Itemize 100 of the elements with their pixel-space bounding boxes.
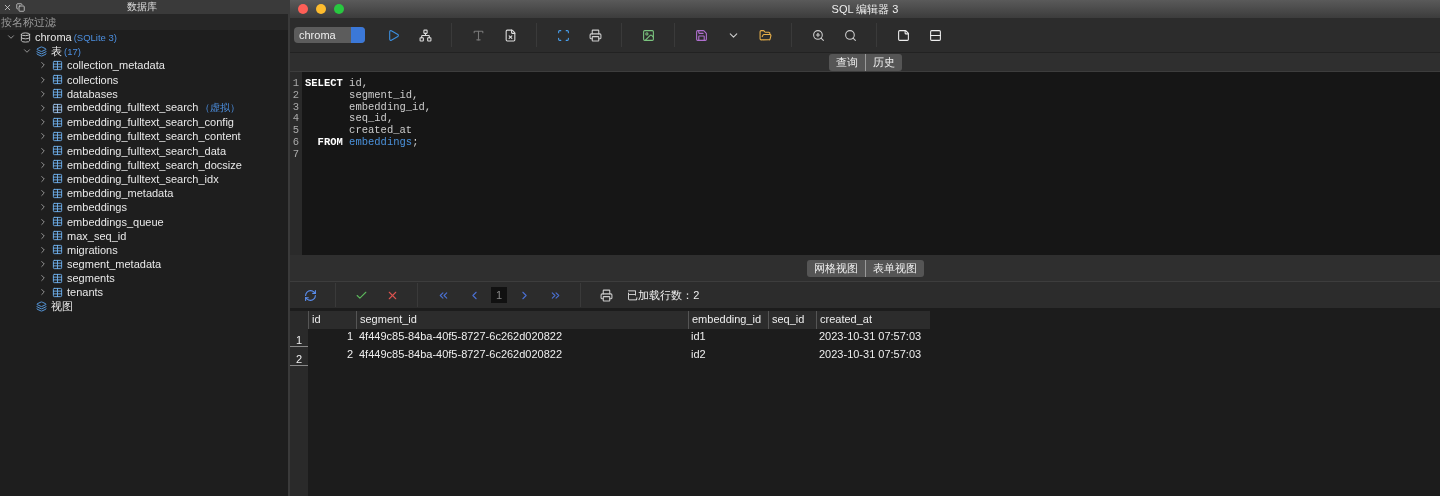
virtual-table-icon — [52, 102, 63, 114]
collapsed-caret-icon[interactable] — [38, 131, 48, 142]
close-icon[interactable] — [3, 2, 12, 12]
panel-title: 数据库 — [126, 0, 158, 14]
collapsed-caret-icon[interactable] — [38, 159, 48, 170]
column-header[interactable]: created_at — [816, 311, 930, 329]
code-line: SELECT id, — [305, 77, 370, 89]
line-number: 2 — [291, 88, 301, 101]
row-number[interactable]: 2 — [290, 347, 308, 366]
collapsed-caret-icon[interactable] — [38, 60, 48, 71]
folder-icon — [36, 301, 47, 313]
table-cell-text: 1 — [345, 329, 354, 344]
filter-field[interactable]: 按名称过滤 — [0, 14, 288, 30]
table-icon — [52, 244, 63, 256]
collapsed-caret-icon[interactable] — [38, 259, 48, 270]
tree-item-label[interactable]: embedding_fulltext_search_idx — [67, 172, 219, 185]
table-cell-text: 4f449c85-84ba-40f5-8727-6c262d020822 — [358, 329, 564, 344]
collapsed-caret-icon[interactable] — [38, 88, 48, 99]
table-cell-text: 2 — [345, 347, 354, 362]
tree-item-label[interactable]: chroma (SQLite 3) — [35, 31, 117, 44]
editor-tab[interactable]: 查询 — [828, 53, 865, 71]
table-cell-text: 4f449c85-84ba-40f5-8727-6c262d020822 — [358, 347, 564, 362]
sql-editor[interactable]: 1 2 3 4 5 6 7 SELECT id, segment_id, embedding_id, seq_id, created_at FROM embeddings; — [290, 72, 1440, 255]
zoom-button[interactable] — [334, 4, 344, 14]
tree-item-label[interactable]: embeddings — [67, 201, 127, 214]
result-tab[interactable]: 网格视图 — [806, 259, 865, 277]
collapsed-caret-icon[interactable] — [38, 202, 48, 213]
tree-item-label[interactable]: embedding_fulltext_search_content — [67, 130, 241, 143]
line-number: 4 — [291, 112, 301, 125]
tree-item-label[interactable]: embedding_fulltext_search （虚拟） — [67, 101, 241, 116]
tree-item-label[interactable]: collections — [67, 73, 119, 86]
table-cell-text: 2023-10-31 07:57:03 — [818, 329, 923, 344]
table-icon — [52, 187, 63, 199]
tree-item-tag: (17) — [64, 45, 81, 57]
page-number: 1 — [491, 287, 508, 303]
collapsed-caret-icon[interactable] — [38, 230, 48, 241]
table-icon — [52, 286, 63, 298]
code-line: FROM embeddings; — [316, 136, 420, 148]
tree-item-label[interactable]: 视图 — [51, 299, 73, 315]
table-icon — [52, 216, 63, 228]
table-cell-text: id2 — [690, 347, 707, 362]
close-button[interactable] — [298, 4, 308, 14]
database-select[interactable]: chroma — [294, 27, 365, 43]
tree-item-label[interactable]: migrations — [67, 243, 118, 256]
table-icon — [52, 145, 63, 157]
table-icon — [52, 230, 63, 242]
table-cell-text: 2023-10-31 07:57:03 — [818, 347, 923, 362]
table-icon — [52, 173, 63, 185]
tree-item-label[interactable]: collection_metadata — [67, 59, 165, 72]
tree-item-label[interactable]: segments — [67, 272, 115, 285]
line-number: 3 — [291, 100, 301, 113]
column-header[interactable]: segment_id — [356, 311, 688, 329]
collapsed-caret-icon[interactable] — [38, 244, 48, 255]
line-number: 6 — [291, 136, 301, 148]
tree-item-label[interactable]: embedding_fulltext_search_docsize — [67, 158, 242, 171]
code-line: seq_id, — [348, 112, 395, 125]
code-line: embedding_id, — [348, 100, 432, 113]
collapsed-caret-icon[interactable] — [38, 273, 48, 284]
collapsed-caret-icon[interactable] — [38, 117, 48, 128]
tree-item-label[interactable]: embedding_fulltext_search_data — [67, 144, 226, 157]
tree-item-label[interactable]: embeddings_queue — [67, 215, 164, 228]
table-icon — [52, 130, 63, 142]
tree-item-label[interactable]: max_seq_id — [67, 229, 127, 242]
editor-tab[interactable]: 历史 — [864, 53, 902, 71]
loaded-rows-count: 已加载行数：2 — [627, 287, 700, 303]
collapsed-caret-icon[interactable] — [38, 287, 48, 298]
detach-icon[interactable] — [16, 2, 25, 12]
row-number[interactable]: 1 — [290, 328, 308, 347]
column-header[interactable]: id — [308, 311, 356, 329]
collapsed-caret-icon[interactable] — [38, 103, 48, 114]
line-number: 1 — [291, 77, 301, 89]
line-number: 7 — [291, 147, 301, 160]
column-header[interactable]: seq_id — [768, 311, 816, 329]
minimize-button[interactable] — [316, 4, 326, 14]
folder-icon — [36, 45, 47, 57]
table-icon — [52, 59, 63, 71]
table-icon — [52, 88, 63, 100]
column-header[interactable]: embedding_id — [688, 311, 768, 329]
collapsed-caret-icon[interactable] — [38, 216, 48, 227]
tree-item-tag: (SQLite 3) — [73, 32, 117, 44]
tree-item-label[interactable]: segment_metadata — [67, 258, 162, 271]
collapsed-caret-icon[interactable] — [38, 74, 48, 85]
collapsed-caret-icon[interactable] — [38, 145, 48, 156]
code-line: segment_id, — [348, 88, 420, 101]
tree-item-label[interactable]: embedding_fulltext_search_config — [67, 116, 234, 129]
code-line: created_at — [348, 124, 414, 136]
tree-item-label[interactable]: tenants — [67, 286, 104, 299]
result-tab[interactable]: 表单视图 — [864, 259, 924, 277]
line-number: 5 — [291, 124, 301, 136]
table-icon — [52, 159, 63, 171]
table-cell-text: id1 — [690, 329, 707, 344]
collapsed-caret-icon[interactable] — [38, 173, 48, 184]
table-icon — [52, 201, 63, 213]
table-icon — [52, 74, 63, 86]
collapsed-caret-icon[interactable] — [38, 188, 48, 199]
tree-item-label[interactable]: embedding_metadata — [67, 187, 174, 200]
tree-item-label[interactable]: databases — [67, 87, 118, 100]
tree-item-tag: （虚拟） — [200, 102, 241, 114]
window-title: SQL 编辑器 3 — [830, 1, 900, 17]
tree-item-label[interactable]: 表 (17) — [51, 43, 81, 59]
